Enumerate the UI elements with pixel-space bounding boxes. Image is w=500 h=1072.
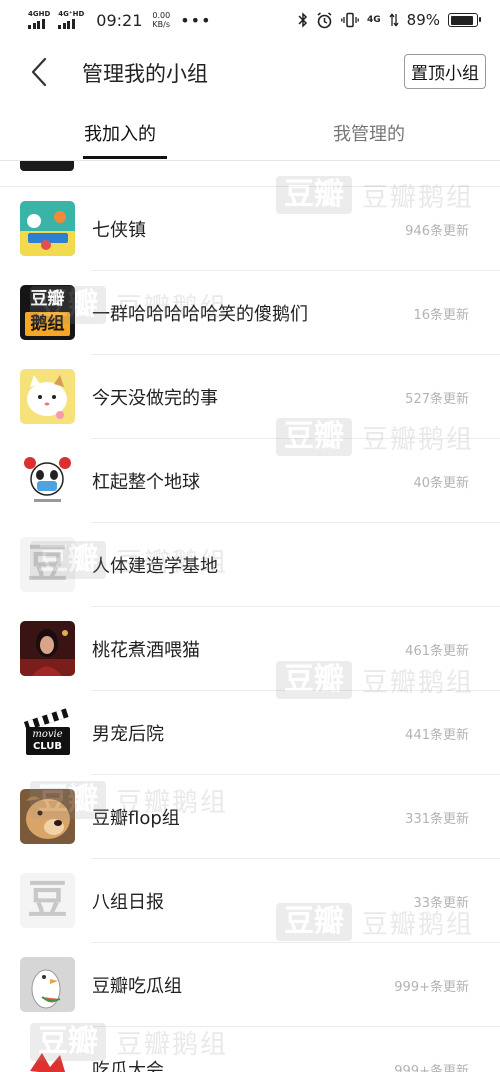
- sim2-signal-icon: 4G⁺HD: [58, 11, 84, 29]
- network-type: 4G: [367, 15, 381, 25]
- vibrate-icon: [341, 12, 359, 28]
- list-item[interactable]: 豆 人体建造学基地: [0, 523, 500, 607]
- update-count: 461条更新: [405, 644, 469, 659]
- update-count: 40条更新: [413, 476, 469, 491]
- update-count: 527条更新: [405, 392, 469, 407]
- chevron-left-icon: [31, 57, 47, 87]
- group-name: 今天没做完的事: [92, 388, 218, 409]
- douban-default-avatar: 豆: [20, 873, 75, 928]
- tab-managed[interactable]: 我管理的: [333, 120, 405, 146]
- update-count: 946条更新: [405, 224, 469, 239]
- group-name: 豆瓣吃瓜组: [92, 976, 182, 997]
- list-item[interactable]: 今天没做完的事 527条更新: [0, 355, 500, 439]
- network-speed: 0.00 KB/s: [152, 11, 170, 29]
- page-title: 管理我的小组: [82, 62, 208, 86]
- list-item[interactable]: 豆 八组日报 33条更新: [0, 859, 500, 943]
- group-name: 桃花煮酒喂猫: [92, 640, 200, 661]
- update-count: 331条更新: [405, 812, 469, 827]
- group-name: 豆瓣flop组: [92, 808, 180, 829]
- alarm-icon: [317, 11, 332, 28]
- sim1-signal-icon: 4GHD: [28, 11, 50, 29]
- list-item[interactable]: 桃花煮酒喂猫 461条更新: [0, 607, 500, 691]
- group-name: 八组日报: [92, 892, 164, 913]
- avatar-text-dou: 豆: [27, 877, 68, 923]
- avatar-text-club: CLUB: [32, 741, 63, 752]
- group-avatar: [20, 161, 74, 171]
- sim1-label: 4GHD: [28, 10, 51, 18]
- portrait-avatar: [20, 621, 75, 676]
- speed-unit: KB/s: [152, 20, 170, 29]
- sim2-label: 4G⁺HD: [58, 10, 85, 18]
- active-tab-indicator: [83, 156, 167, 159]
- header-bar: 管理我的小组 置顶小组: [0, 44, 500, 100]
- cell-signal-icon: [389, 13, 399, 27]
- group-name: 七侠镇: [92, 220, 146, 241]
- speed-value: 0.00: [152, 11, 171, 20]
- group-list[interactable]: 七侠镇 946条更新 豆瓣 鹅组 一群哈哈哈哈哈笑的傻鹅们 16条更新 今天没做…: [0, 161, 500, 1072]
- goose-melon-avatar: [20, 957, 75, 1012]
- group-name: 吃瓜大会: [92, 1060, 164, 1072]
- avatar-text-dou: 豆: [27, 541, 68, 587]
- masked-panda-avatar: [20, 453, 75, 508]
- list-item[interactable]: movie CLUB 男宠后院 441条更新: [0, 691, 500, 775]
- status-time: 09:21: [96, 10, 143, 30]
- update-count: 999+条更新: [394, 1064, 469, 1072]
- list-item[interactable]: 豆瓣 鹅组 一群哈哈哈哈哈笑的傻鹅们 16条更新: [0, 271, 500, 355]
- list-item[interactable]: 豆瓣flop组 331条更新: [0, 775, 500, 859]
- dog-avatar: [20, 789, 75, 844]
- cat-avatar: [20, 369, 75, 424]
- status-left: 4GHD 4G⁺HD 09:21 0.00 KB/s •••: [28, 11, 212, 30]
- group-name: 男宠后院: [92, 724, 164, 745]
- list-item[interactable]: 七侠镇 946条更新: [0, 187, 500, 271]
- status-bar: 4GHD 4G⁺HD 09:21 0.00 KB/s ••• 4G 89%: [0, 0, 500, 40]
- bluetooth-icon: [298, 12, 308, 28]
- avatar-text-douban: 豆瓣: [30, 289, 65, 309]
- list-item[interactable]: 吃瓜大会 999+条更新: [0, 1027, 500, 1072]
- tab-bar: 我加入的 我管理的: [0, 104, 500, 161]
- avatar-text-movie: movie: [32, 729, 63, 740]
- douban-goose-avatar: 豆瓣 鹅组: [20, 285, 75, 340]
- list-item-partial[interactable]: [0, 161, 500, 187]
- update-count: 16条更新: [413, 308, 469, 323]
- status-right: 4G 89%: [298, 11, 481, 29]
- group-name: 杠起整个地球: [92, 472, 200, 493]
- tab-joined[interactable]: 我加入的: [84, 120, 156, 146]
- update-count: 999+条更新: [394, 980, 469, 995]
- group-name: 一群哈哈哈哈哈笑的傻鹅们: [92, 304, 308, 325]
- group-name: 人体建造学基地: [92, 556, 218, 577]
- battery-icon: [448, 13, 481, 27]
- update-count: 33条更新: [413, 896, 469, 911]
- update-count: 441条更新: [405, 728, 469, 743]
- list-item[interactable]: 杠起整个地球 40条更新: [0, 439, 500, 523]
- more-notifications-icon: •••: [180, 10, 212, 30]
- douban-default-avatar: 豆: [20, 537, 75, 592]
- pin-groups-button[interactable]: 置顶小组: [404, 54, 486, 89]
- seven-heroes-town-avatar: [20, 201, 75, 256]
- red-avatar: [20, 1041, 75, 1072]
- back-button[interactable]: [24, 54, 54, 90]
- avatar-text-goose-group: 鹅组: [25, 312, 70, 336]
- list-item[interactable]: 豆瓣吃瓜组 999+条更新: [0, 943, 500, 1027]
- battery-percentage: 89%: [406, 11, 440, 29]
- movie-club-avatar: movie CLUB: [20, 705, 75, 760]
